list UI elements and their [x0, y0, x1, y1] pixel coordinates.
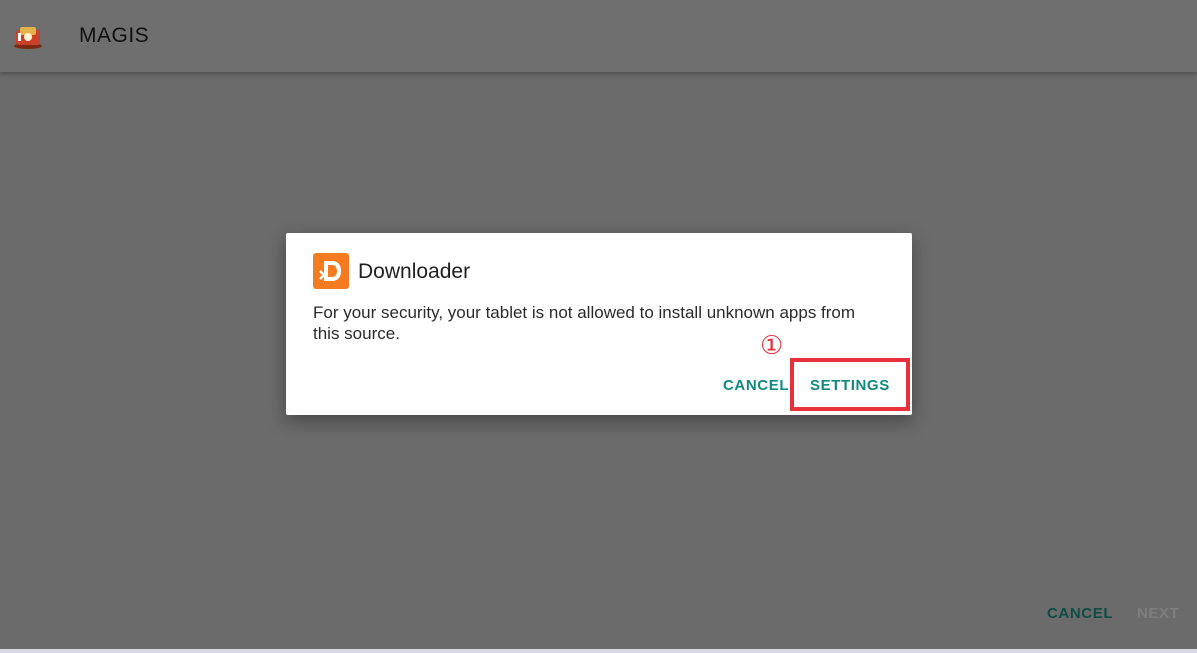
bottom-edge-strip: [0, 649, 1197, 653]
app-bar: MAGIS: [0, 0, 1197, 72]
magis-logo-icon: [13, 24, 43, 50]
step-marker: ①: [760, 330, 784, 360]
footer-cancel-button[interactable]: CANCEL: [1047, 605, 1113, 622]
footer-next-button[interactable]: NEXT: [1137, 605, 1179, 622]
dialog-cancel-button[interactable]: CANCEL: [723, 377, 789, 394]
downloader-app-icon: [313, 253, 349, 289]
app-title: MAGIS: [79, 24, 150, 47]
settings-highlight-box: [790, 358, 910, 411]
dialog-message: For your security, your tablet is not al…: [313, 303, 856, 343]
dialog-title: Downloader: [358, 260, 471, 283]
